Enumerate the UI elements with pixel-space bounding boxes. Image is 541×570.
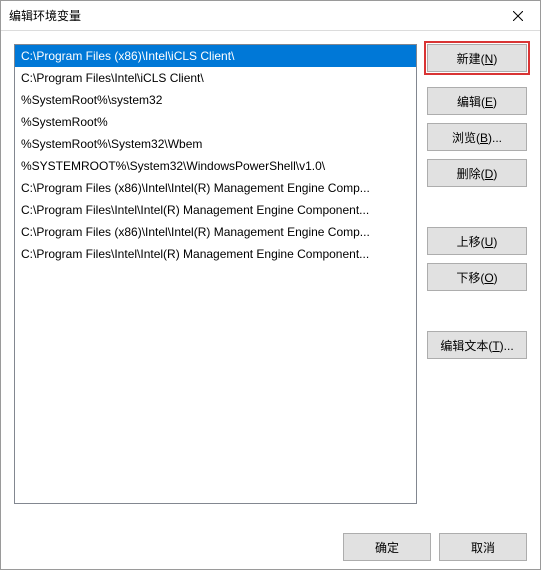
spacer xyxy=(427,195,527,219)
list-item[interactable]: C:\Program Files\Intel\Intel(R) Manageme… xyxy=(15,199,416,221)
list-item[interactable]: %SystemRoot%\System32\Wbem xyxy=(15,133,416,155)
path-listbox[interactable]: C:\Program Files (x86)\Intel\iCLS Client… xyxy=(14,44,417,504)
edit-button[interactable]: 编辑(E) xyxy=(427,87,527,115)
new-button-label: 新建 xyxy=(457,52,481,66)
new-button-highlight: 新建(N) xyxy=(424,41,530,75)
move-up-button-label: 上移 xyxy=(457,235,481,249)
dialog-body: C:\Program Files (x86)\Intel\iCLS Client… xyxy=(1,31,540,569)
move-up-button[interactable]: 上移(U) xyxy=(427,227,527,255)
cancel-button[interactable]: 取消 xyxy=(439,533,527,561)
window-title: 编辑环境变量 xyxy=(9,7,81,24)
list-item[interactable]: C:\Program Files\Intel\Intel(R) Manageme… xyxy=(15,243,416,265)
edit-button-mn: E xyxy=(485,95,493,109)
move-down-button-mn: O xyxy=(484,271,493,285)
browse-button-suffix: ... xyxy=(492,131,502,145)
list-item[interactable]: %SystemRoot% xyxy=(15,111,416,133)
edit-text-button-label: 编辑文本 xyxy=(440,339,488,353)
list-item[interactable]: C:\Program Files (x86)\Intel\iCLS Client… xyxy=(15,45,416,67)
spacer xyxy=(427,299,527,323)
browse-button-mn: B xyxy=(480,131,488,145)
edit-button-label: 编辑 xyxy=(457,95,481,109)
close-button[interactable] xyxy=(495,1,540,30)
close-icon xyxy=(513,11,523,21)
main-row: C:\Program Files (x86)\Intel\iCLS Client… xyxy=(14,44,527,521)
edit-text-button[interactable]: 编辑文本(T)... xyxy=(427,331,527,359)
ok-button[interactable]: 确定 xyxy=(343,533,431,561)
new-button-mn: N xyxy=(485,52,494,66)
side-button-column: 新建(N) 编辑(E) 浏览(B)... 删除(D) 上移(U) 下移(O) xyxy=(427,44,527,521)
dialog-window: 编辑环境变量 C:\Program Files (x86)\Intel\iCLS… xyxy=(0,0,541,570)
list-item[interactable]: C:\Program Files\Intel\iCLS Client\ xyxy=(15,67,416,89)
delete-button[interactable]: 删除(D) xyxy=(427,159,527,187)
browse-button-label: 浏览 xyxy=(452,131,476,145)
list-item[interactable]: %SystemRoot%\system32 xyxy=(15,89,416,111)
move-down-button-label: 下移 xyxy=(456,271,480,285)
footer-buttons: 确定 取消 xyxy=(14,521,527,561)
edit-text-button-mn: T xyxy=(492,339,499,353)
delete-button-label: 删除 xyxy=(457,167,481,181)
list-item[interactable]: C:\Program Files (x86)\Intel\Intel(R) Ma… xyxy=(15,177,416,199)
move-up-button-mn: U xyxy=(485,235,494,249)
edit-text-button-suffix: ... xyxy=(504,339,514,353)
list-item[interactable]: %SYSTEMROOT%\System32\WindowsPowerShell\… xyxy=(15,155,416,177)
move-down-button[interactable]: 下移(O) xyxy=(427,263,527,291)
titlebar: 编辑环境变量 xyxy=(1,1,540,31)
new-button[interactable]: 新建(N) xyxy=(427,44,527,72)
delete-button-mn: D xyxy=(485,167,494,181)
list-item[interactable]: C:\Program Files (x86)\Intel\Intel(R) Ma… xyxy=(15,221,416,243)
browse-button[interactable]: 浏览(B)... xyxy=(427,123,527,151)
